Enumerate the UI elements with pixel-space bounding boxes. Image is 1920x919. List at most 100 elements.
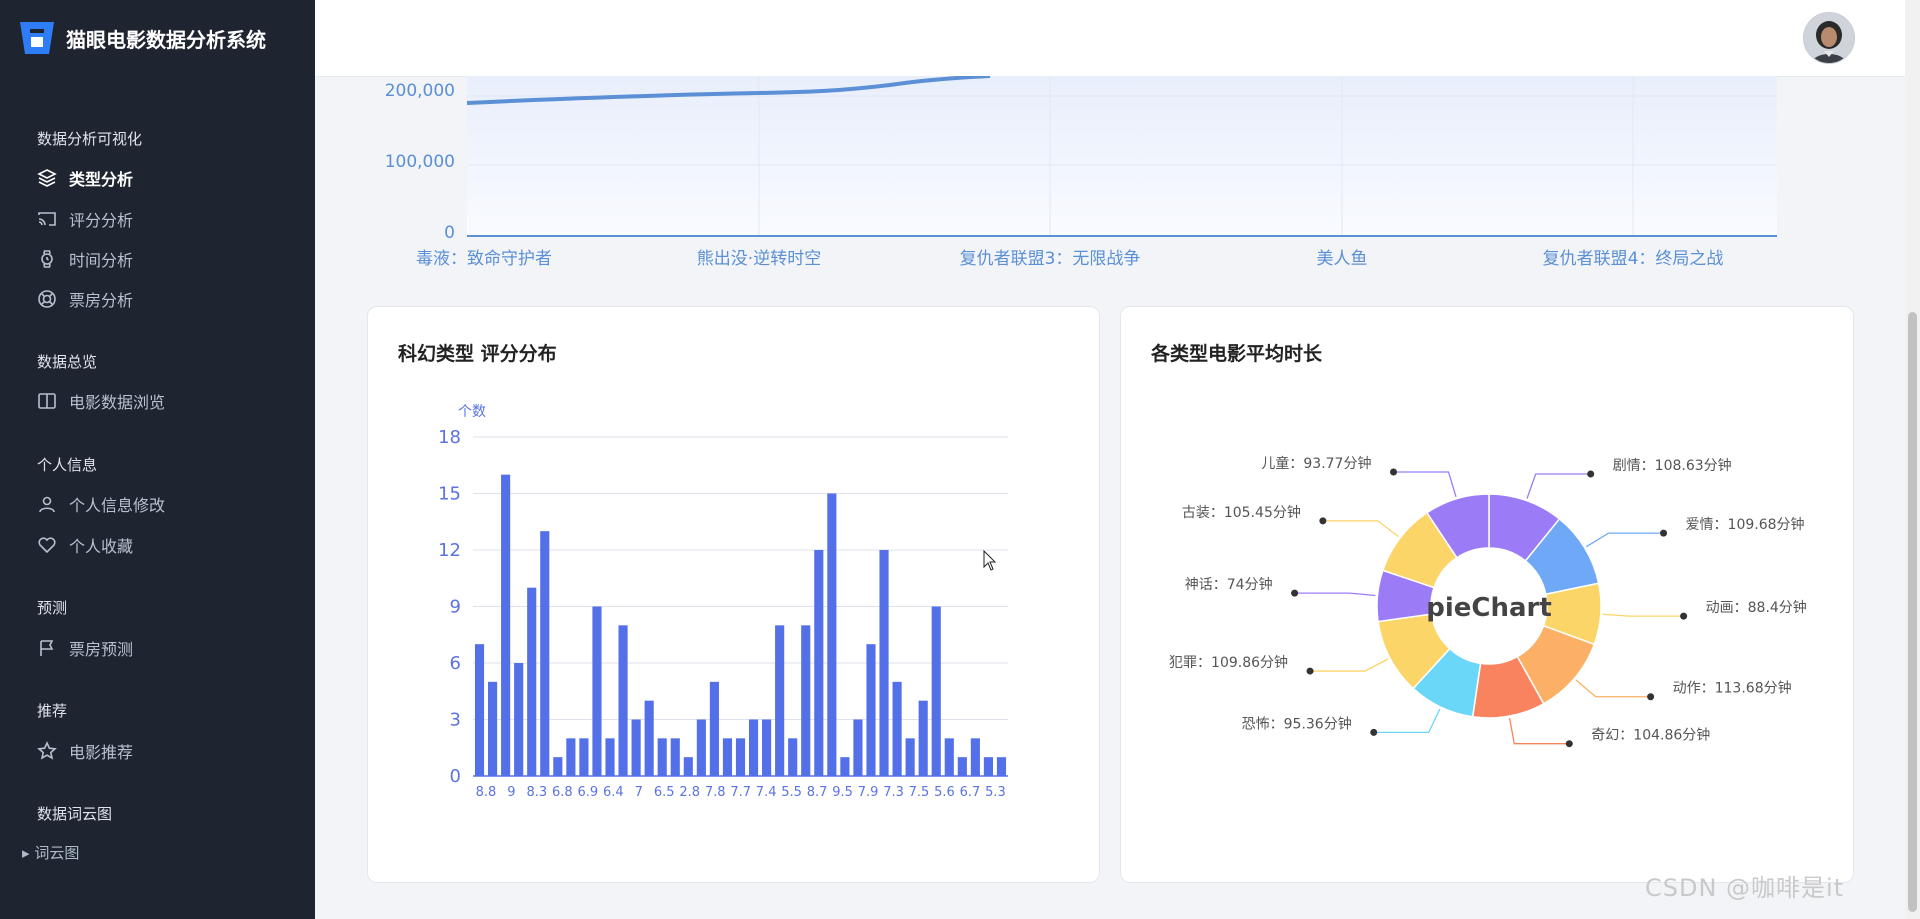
bar — [514, 663, 524, 776]
bar — [709, 681, 719, 776]
columns-icon — [38, 393, 56, 409]
label-line — [1322, 520, 1399, 538]
label-line — [1586, 532, 1664, 548]
bar — [840, 757, 850, 776]
sidebar-item-label: 评分分析 — [69, 211, 134, 230]
bar — [944, 738, 954, 776]
label-line — [1602, 613, 1684, 617]
pie-label: 儿童：93.77分钟 — [1261, 455, 1371, 472]
sidebar-item-type-analysis[interactable]: 类型分析 — [37, 165, 133, 191]
bar — [474, 644, 485, 776]
section-title-personal: 个人信息 — [37, 456, 98, 474]
brand[interactable]: 猫眼电影数据分析系统 — [18, 18, 266, 58]
flag-icon — [40, 640, 54, 656]
bar — [879, 550, 889, 776]
y-tick-label: 0 — [444, 223, 455, 243]
bar — [501, 474, 511, 776]
label-dot — [1306, 667, 1314, 675]
bar — [801, 625, 811, 776]
x-tick-label: 5.6 — [934, 785, 955, 800]
label-line — [1373, 708, 1441, 734]
bar — [905, 738, 915, 776]
sidebar-item-time-analysis[interactable]: 时间分析 — [37, 246, 133, 272]
sidebar: 猫眼电影数据分析系统 数据分析可视化 类型分析 评分分析 时间分析 票房分析 数… — [0, 0, 315, 919]
pie-label: 恐怖：95.36分钟 — [1242, 715, 1352, 732]
avatar-image — [1804, 13, 1854, 63]
logo-icon — [20, 22, 54, 54]
sidebar-item-movie-browse[interactable]: 电影数据浏览 — [37, 388, 165, 414]
label-line — [1526, 473, 1591, 499]
sidebar-item-label: 电影推荐 — [69, 743, 134, 762]
y-tick-label: 100,000 — [384, 152, 455, 172]
bar — [892, 681, 902, 776]
bar — [488, 681, 498, 776]
x-tick-label: 5.3 — [985, 785, 1006, 800]
section-title-wordcloud: 数据词云图 — [37, 805, 113, 823]
sidebar-item-favorites[interactable]: 个人收藏 — [37, 532, 133, 558]
x-tick-label: 6.7 — [960, 785, 981, 800]
sidebar-item-label: 词云图 — [34, 844, 80, 862]
bar — [827, 493, 837, 776]
score-distribution-card: 科幻类型 评分分布 个数 0 3 6 9 12 15 18 8.8 9 8.3 6.8 6.9 6.4 7 6… — [367, 306, 1100, 883]
sidebar-item-movie-recommend[interactable]: 电影推荐 — [37, 738, 133, 764]
sidebar-item-score-analysis[interactable]: 评分分析 — [37, 206, 133, 232]
label-dot — [1291, 589, 1299, 597]
x-tick-label: 熊出没·逆转时空 — [696, 249, 822, 269]
avatar[interactable] — [1803, 12, 1855, 64]
bar — [748, 719, 759, 776]
x-tick-label: 5.5 — [781, 785, 802, 800]
bar — [931, 606, 941, 776]
pie-label: 犯罪：109.86分钟 — [1169, 654, 1288, 671]
scrollbar-thumb[interactable] — [1908, 312, 1917, 912]
x-tick-label: 6.4 — [603, 785, 624, 800]
bar — [683, 757, 693, 776]
sidebar-item-boxoffice-predict[interactable]: 票房预测 — [37, 635, 133, 661]
sidebar-item-profile-edit[interactable]: 个人信息修改 — [37, 491, 165, 517]
sidebar-item-boxoffice-analysis[interactable]: 票房分析 — [37, 286, 133, 312]
mouse-cursor-icon — [983, 550, 997, 571]
x-tick-label: 复仇者联盟3：无限战争 — [959, 249, 1141, 269]
bar — [788, 738, 798, 776]
star-icon — [37, 741, 57, 760]
pie-label: 奇幻：104.86分钟 — [1591, 727, 1710, 744]
pie-label: 动画：88.4分钟 — [1706, 599, 1807, 616]
label-line — [1508, 718, 1570, 745]
bar-chart: 个数 0 3 6 9 12 15 18 8.8 9 8.3 6.8 6.9 6.4 7 6.5 2.8 7.8 7.… — [438, 404, 1008, 800]
watch-icon — [41, 250, 53, 268]
y-tick-label: 3 — [450, 710, 461, 731]
bar — [983, 757, 993, 776]
x-tick-label: 6.8 — [552, 785, 573, 800]
section-title-analysis: 数据分析可视化 — [37, 130, 143, 148]
pie-label: 神话：74分钟 — [1185, 576, 1273, 593]
x-tick-label: 7.8 — [705, 785, 726, 800]
label-dot — [1370, 728, 1378, 736]
sidebar-item-wordcloud[interactable]: ▸ 词云图 — [22, 842, 79, 863]
top-boxoffice-chart: 200,000 100,000 0 毒液：致命守护者 熊出没·逆转时空 复仇者联… — [370, 76, 1790, 276]
cast-icon — [38, 212, 56, 226]
bar — [918, 700, 928, 776]
bar — [527, 587, 537, 776]
duration-pie-card: 各类型电影平均时长 剧情：108.63分钟 爱情：109.68分钟 动画：88.4分… — [1120, 306, 1854, 883]
y-tick-label: 0 — [450, 766, 461, 787]
x-tick-label: 2.8 — [679, 785, 700, 800]
bar — [592, 606, 602, 776]
label-dot — [1680, 612, 1688, 620]
bar — [814, 550, 824, 776]
x-tick-label: 毒液：致命守护者 — [416, 249, 552, 269]
x-tick-label: 9 — [507, 785, 515, 800]
bar — [540, 531, 550, 776]
pie-label: 爱情：109.68分钟 — [1686, 516, 1805, 533]
sidebar-item-label: 个人信息修改 — [69, 496, 166, 515]
label-dot — [1647, 693, 1655, 701]
section-title-overview: 数据总览 — [37, 353, 98, 371]
x-tick-label: 7.7 — [730, 785, 751, 800]
x-tick-label: 8.7 — [807, 785, 828, 800]
pie-center-text: pieChart — [1426, 593, 1552, 623]
y-tick-label: 9 — [450, 597, 461, 618]
lifebuoy-icon — [38, 290, 56, 308]
watermark: CSDN @咖啡是it — [1645, 874, 1845, 902]
pie-label: 剧情：108.63分钟 — [1613, 457, 1732, 474]
scrollbar[interactable] — [1905, 0, 1920, 919]
x-tick-label: 7 — [635, 785, 643, 800]
bar — [696, 719, 706, 776]
